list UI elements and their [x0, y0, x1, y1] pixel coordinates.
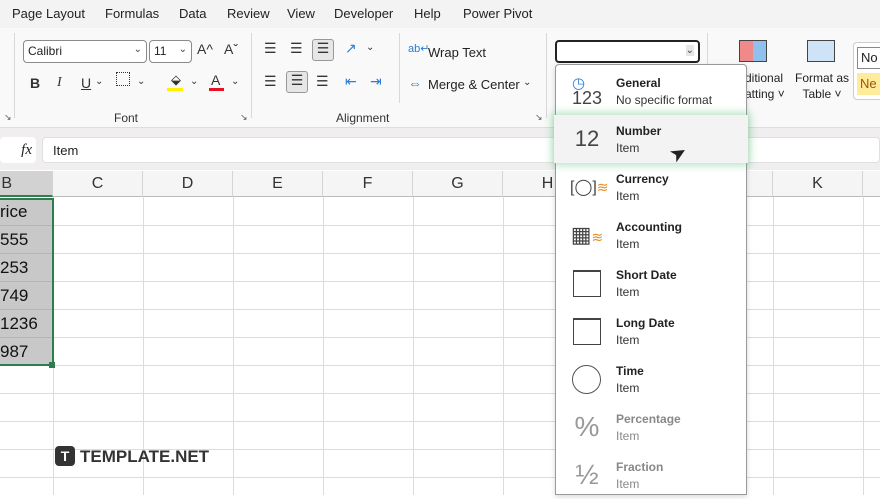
font-launcher-icon[interactable]: ↘ — [240, 112, 248, 123]
menu-help[interactable]: Help — [414, 6, 441, 21]
align-top-icon[interactable]: ☰ — [264, 40, 277, 57]
fill-dropdown-icon[interactable]: ⌄ — [190, 76, 198, 87]
ribbon: Calibri ⌄ 11 ⌄ A^ Aˇ B I U ⌄ ⌄ ⬙ ⌄ A ⌄ Fon… — [0, 28, 880, 128]
formula-value: Item — [53, 143, 79, 158]
menu-formulas[interactable]: Formulas — [105, 6, 159, 21]
fraction-icon: ½ — [575, 459, 599, 490]
bold-button[interactable]: B — [30, 75, 40, 91]
menu-developer[interactable]: Developer — [334, 6, 393, 21]
format-currency[interactable]: [◯]≋ Currency Item — [556, 163, 746, 211]
format-short-date[interactable]: Short Date Item — [556, 259, 746, 307]
column-header-b[interactable]: B — [0, 171, 53, 197]
style-neutral[interactable]: Ne — [857, 73, 880, 95]
number-12-icon: 12 — [574, 126, 600, 151]
column-header-e[interactable]: E — [233, 171, 323, 197]
format-fraction[interactable]: ½ Fraction Item — [556, 451, 746, 499]
watermark: TEMPLATE.NET — [80, 447, 210, 466]
borders-icon[interactable] — [116, 72, 130, 86]
merge-center-button[interactable]: Merge & Center — [428, 77, 520, 92]
align-bottom-icon[interactable]: ☰ — [312, 39, 334, 61]
calendar-icon — [570, 315, 604, 347]
format-accounting[interactable]: ▦≋ Accounting Item — [556, 211, 746, 259]
style-normal[interactable]: No — [857, 47, 880, 69]
currency-icon: [◯]≋ — [570, 179, 609, 196]
selection-border — [0, 198, 54, 366]
fill-color-swatch — [167, 88, 183, 91]
column-header-k[interactable]: K — [773, 171, 863, 197]
menu-page-layout[interactable]: Page Layout — [12, 6, 85, 21]
format-long-date[interactable]: Long Date Item — [556, 307, 746, 355]
menu-bar: Page Layout Formulas Data Review View De… — [0, 0, 880, 28]
underline-button[interactable]: U — [81, 75, 91, 91]
borders-dropdown-icon[interactable]: ⌄ — [137, 76, 145, 87]
conditional-formatting-icon[interactable] — [739, 40, 767, 62]
wrap-text-icon[interactable]: ab↵ — [408, 42, 429, 55]
align-left-icon[interactable]: ☰ — [264, 73, 277, 90]
menu-view[interactable]: View — [287, 6, 315, 21]
format-general[interactable]: ◷ 123 General No specific format — [556, 67, 746, 115]
format-percentage[interactable]: % Percentage Item — [556, 403, 746, 451]
menu-review[interactable]: Review — [227, 6, 270, 21]
menu-power-pivot[interactable]: Power Pivot — [463, 6, 532, 21]
align-right-icon[interactable]: ☰ — [316, 73, 329, 90]
clock-icon — [570, 363, 604, 395]
column-header-f[interactable]: F — [323, 171, 413, 197]
number-format-combo[interactable]: ⌄ — [555, 40, 700, 63]
font-group-label: Font — [114, 111, 139, 125]
calendar-icon — [570, 267, 604, 299]
column-header-c[interactable]: C — [53, 171, 143, 197]
format-as-table-button[interactable]: Format as Table ˅ — [795, 70, 849, 102]
shrink-font-button[interactable]: Aˇ — [224, 41, 238, 57]
format-as-table-icon[interactable] — [807, 40, 835, 62]
underline-dropdown-icon[interactable]: ⌄ — [95, 76, 103, 87]
orientation-dropdown-icon[interactable]: ⌄ — [366, 42, 374, 53]
decrease-indent-icon[interactable]: ⇤ — [345, 73, 357, 90]
font-color-swatch — [209, 88, 224, 91]
font-name-combo[interactable]: Calibri ⌄ — [23, 40, 147, 63]
format-time[interactable]: Time Item — [556, 355, 746, 403]
menu-data[interactable]: Data — [179, 6, 206, 21]
merge-dropdown-icon[interactable]: ⌄ — [523, 77, 531, 88]
alignment-group-label: Alignment — [336, 111, 390, 125]
percent-icon: % — [574, 411, 600, 442]
font-size-combo[interactable]: 11 ⌄ — [149, 40, 192, 63]
column-header-d[interactable]: D — [143, 171, 233, 197]
template-logo-icon: T — [55, 446, 75, 466]
font-color-button[interactable]: A — [211, 72, 220, 88]
accounting-calculator-icon: ▦≋ — [570, 222, 604, 247]
fill-handle[interactable] — [49, 362, 55, 368]
column-headers: B C D E F G H K — [0, 171, 880, 197]
launcher-icon[interactable]: ↘ — [4, 112, 12, 123]
increase-indent-icon[interactable]: ⇥ — [370, 73, 382, 90]
general-123-icon: ◷ 123 — [571, 75, 603, 108]
insert-function-button[interactable]: fx — [0, 137, 36, 163]
number-format-dropdown: ◷ 123 General No specific format 12 Number It… — [554, 64, 748, 495]
align-middle-icon[interactable]: ☰ — [290, 40, 303, 57]
format-number[interactable]: 12 Number Item ➤ — [554, 115, 748, 168]
merge-center-icon[interactable]: ⇔ — [408, 75, 422, 91]
font-color-dropdown-icon[interactable]: ⌄ — [231, 76, 239, 87]
formula-input[interactable]: Item — [42, 137, 880, 163]
align-center-icon[interactable]: ☰ — [286, 71, 308, 93]
grow-font-button[interactable]: A^ — [197, 41, 213, 57]
conditional-formatting-button[interactable]: ditional atting ˅ — [745, 70, 785, 102]
italic-button[interactable]: I — [57, 75, 62, 91]
fill-color-icon[interactable]: ⬙ — [168, 72, 184, 88]
orientation-icon[interactable]: ↗ — [345, 40, 357, 57]
column-header-g[interactable]: G — [413, 171, 503, 197]
wrap-text-button[interactable]: Wrap Text — [428, 45, 486, 60]
alignment-launcher-icon[interactable]: ↘ — [535, 112, 543, 123]
